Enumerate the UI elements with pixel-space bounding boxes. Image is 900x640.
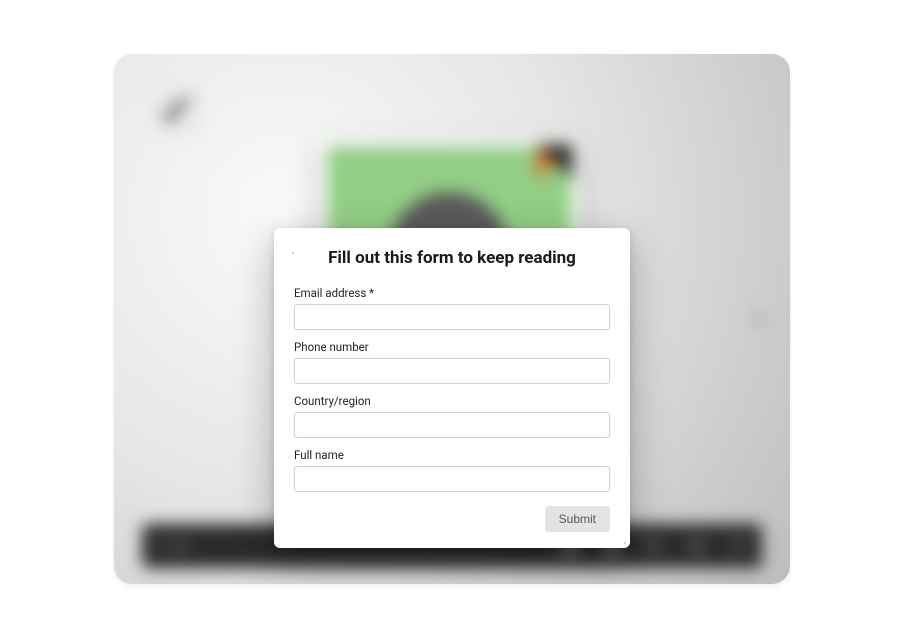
submit-button[interactable]: Submit <box>545 506 610 532</box>
pen-logo-icon <box>163 95 191 123</box>
share-button[interactable] <box>686 536 706 556</box>
resize-handle-top-right[interactable] <box>294 248 298 252</box>
share-icon <box>687 537 705 555</box>
app-logo <box>154 86 200 132</box>
name-field[interactable] <box>294 466 610 492</box>
name-label: Full name <box>294 448 610 462</box>
search-button[interactable] <box>644 536 664 556</box>
lead-capture-modal: Fill out this form to keep reading Email… <box>274 228 630 548</box>
search-icon <box>645 537 663 555</box>
document-viewer-stage: 1 / 10 Fill out thi <box>114 54 790 584</box>
fullscreen-icon <box>729 537 747 555</box>
country-field[interactable] <box>294 412 610 438</box>
next-page-button[interactable] <box>740 301 776 337</box>
email-field[interactable] <box>294 304 610 330</box>
fullscreen-button[interactable] <box>728 536 748 556</box>
phone-label: Phone number <box>294 340 610 354</box>
phone-field[interactable] <box>294 358 610 384</box>
resize-handle-bottom-right[interactable] <box>626 544 630 548</box>
chevron-right-icon <box>747 308 769 330</box>
modal-title: Fill out this form to keep reading <box>294 248 610 268</box>
email-label: Email address * <box>294 286 610 300</box>
page-indicator: 1 / 10 <box>156 539 187 553</box>
country-label: Country/region <box>294 394 610 408</box>
